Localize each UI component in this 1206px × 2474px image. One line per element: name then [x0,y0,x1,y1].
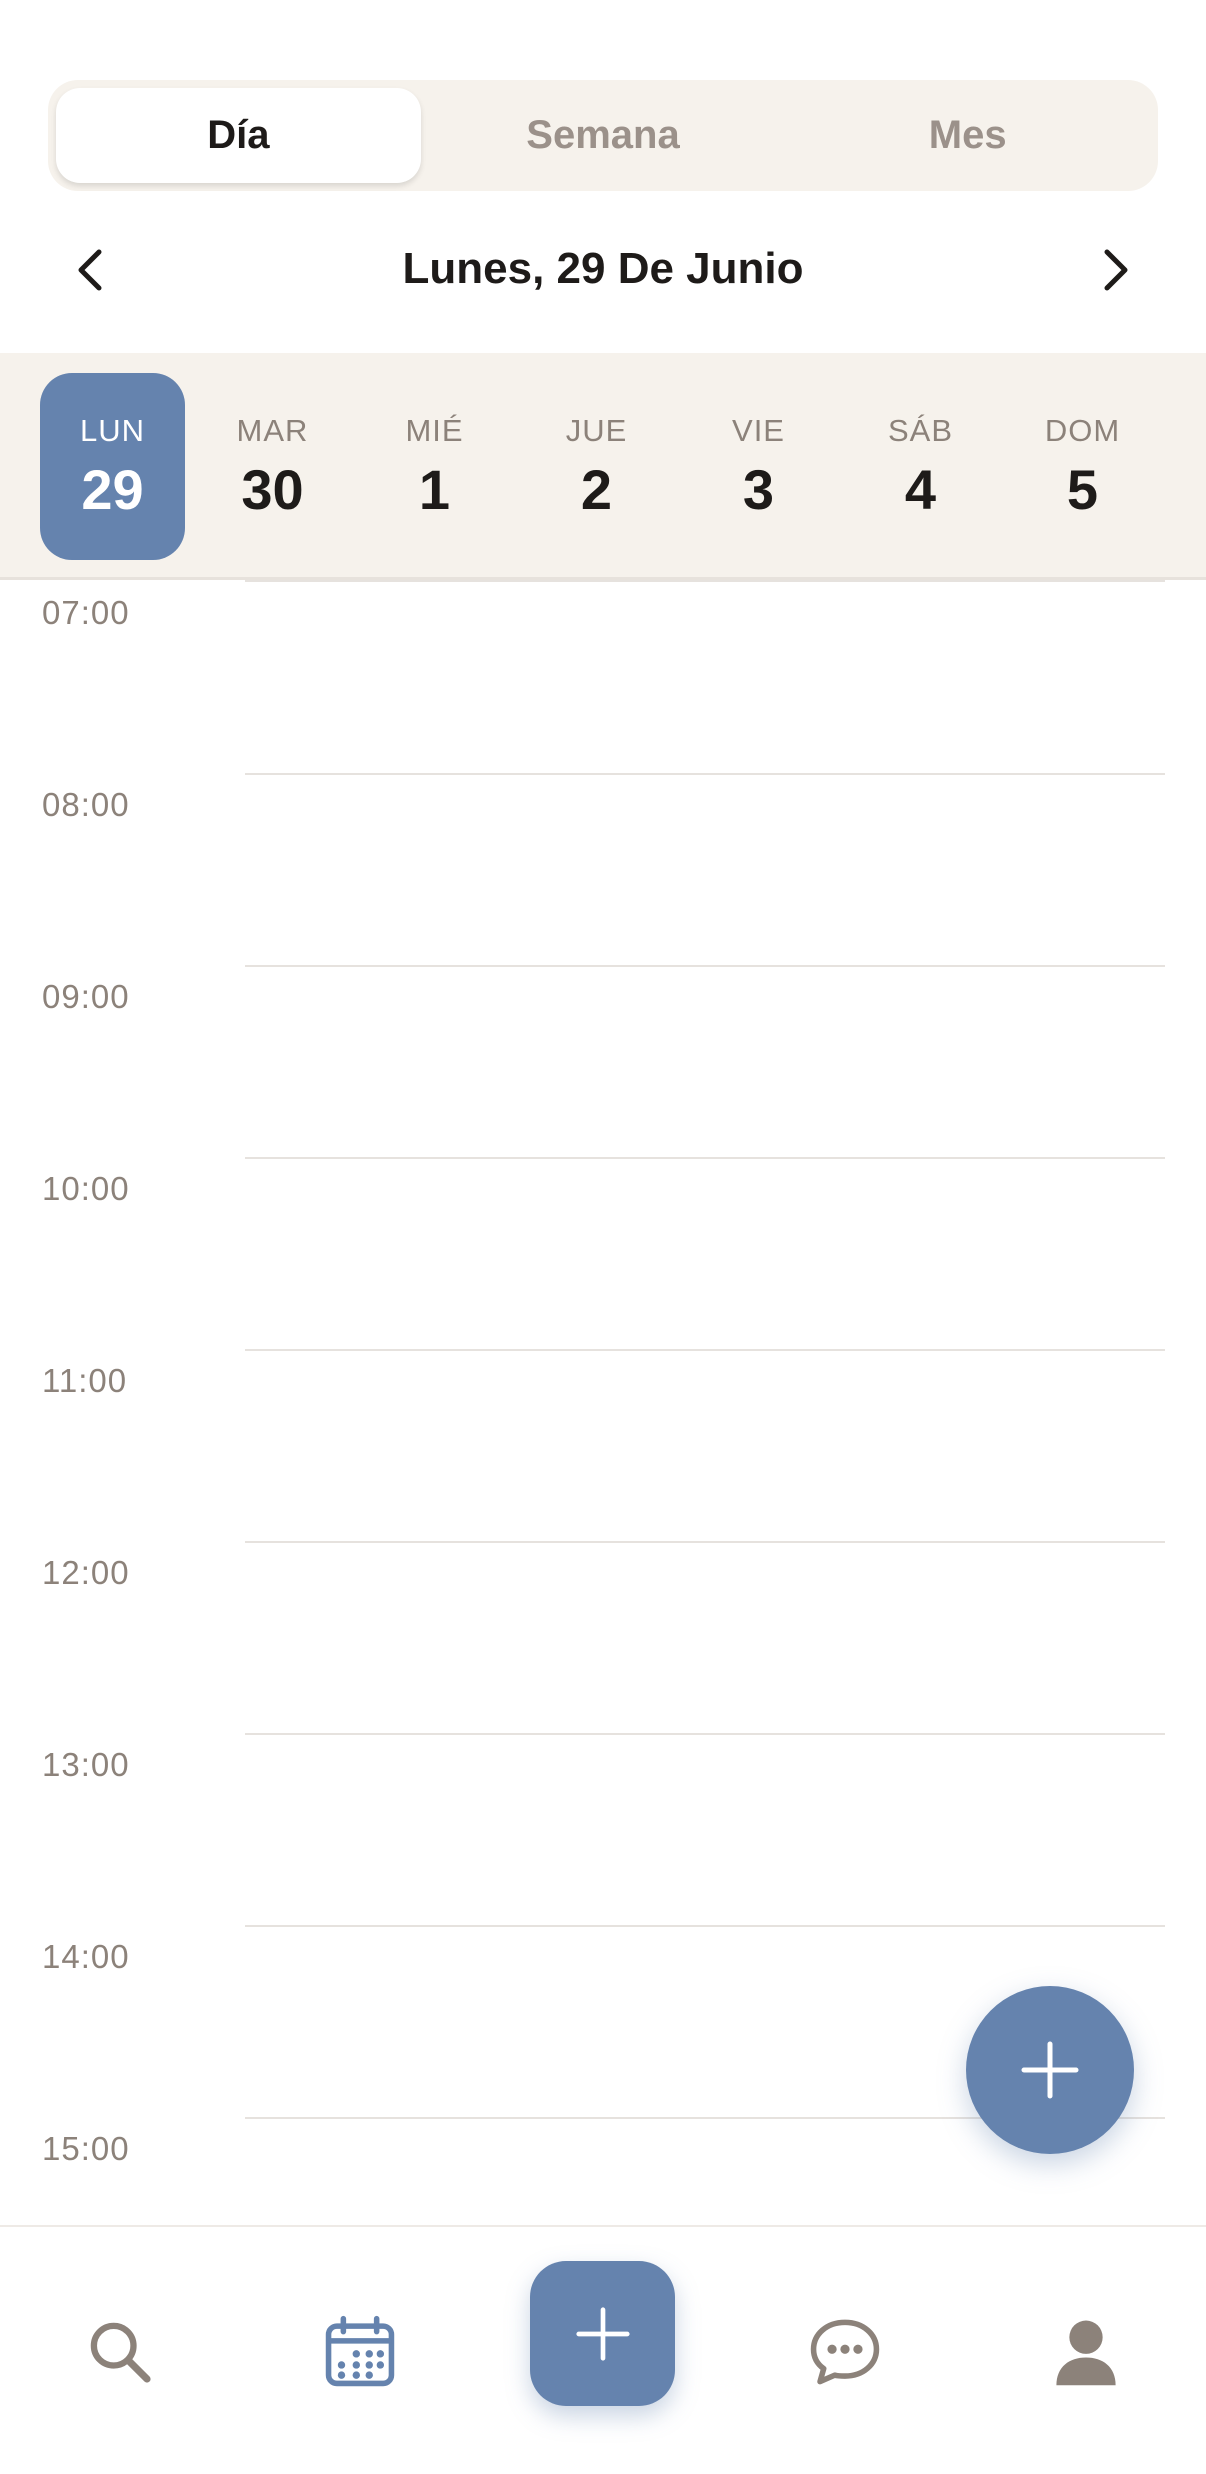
profile-icon [1056,2320,1116,2386]
day-abbr: MIÉ [405,413,464,448]
nav-profile[interactable] [1046,2312,1126,2392]
chevron-right-icon[interactable] [1081,240,1151,300]
nav-search[interactable] [80,2312,160,2392]
day-abbr: SÁB [887,413,954,448]
day-number: 4 [904,458,937,521]
day-abbr: MAR [236,413,309,448]
hour-label: 11:00 [42,1362,128,1399]
hour-label: 14:00 [42,1938,130,1975]
day-abbr: DOM [1044,413,1121,448]
chat-icon [810,2319,880,2385]
day-sun[interactable]: DOM 5 [1010,373,1155,560]
day-mon[interactable]: LUN 29 [40,373,185,560]
hour-line [245,1349,1165,1351]
day-wed[interactable]: MIÉ 1 [362,373,507,560]
hour-line [245,1157,1165,1159]
day-number: 3 [742,458,775,521]
day-number: 5 [1066,458,1099,521]
nav-calendar[interactable] [320,2312,400,2392]
day-number: 30 [241,458,304,521]
view-switcher: Día Semana Mes [48,80,1158,191]
calendar-icon [325,2315,395,2387]
hour-line [245,773,1165,775]
search-icon [90,2322,151,2383]
add-event-button[interactable] [966,1986,1134,2154]
hour-line [245,580,1165,582]
nav-add-button[interactable] [530,2261,675,2406]
tab-week[interactable]: Semana [421,88,786,183]
day-number: 2 [580,458,613,521]
day-number: 29 [81,458,144,521]
hour-line [245,965,1165,967]
bottom-nav [0,2225,1206,2474]
day-abbr: VIE [732,413,785,448]
day-abbr: JUE [565,413,628,448]
hour-label: 13:00 [42,1746,130,1783]
hour-line [245,1541,1165,1543]
hour-label: 10:00 [42,1170,130,1207]
day-abbr: LUN [79,413,145,448]
day-thu[interactable]: JUE 2 [524,373,669,560]
nav-messages[interactable] [805,2312,885,2392]
tab-month[interactable]: Mes [785,88,1150,183]
tab-day[interactable]: Día [56,88,421,183]
date-navigator: Lunes, 29 De Junio [0,220,1206,320]
day-fri[interactable]: VIE 3 [686,373,831,560]
hour-line [245,1925,1165,1927]
hour-line [245,1733,1165,1735]
plus-icon [1021,2041,1079,2099]
day-sat[interactable]: SÁB 4 [848,373,993,560]
hour-label: 07:00 [42,594,130,631]
week-strip: LUN 29 MAR 30 MIÉ 1 JUE 2 VIE 3 SÁB 4 DO… [0,353,1206,580]
hour-label: 12:00 [42,1554,130,1591]
plus-icon [575,2306,630,2361]
hour-label: 08:00 [42,786,130,823]
hour-label: 09:00 [42,978,130,1015]
time-grid[interactable]: 07:00 08:00 09:00 10:00 11:00 12:00 13:0… [0,580,1206,2225]
current-date-title: Lunes, 29 De Junio [402,244,804,293]
day-tue[interactable]: MAR 30 [200,373,345,560]
hour-label: 15:00 [42,2130,130,2167]
day-number: 1 [418,458,451,521]
